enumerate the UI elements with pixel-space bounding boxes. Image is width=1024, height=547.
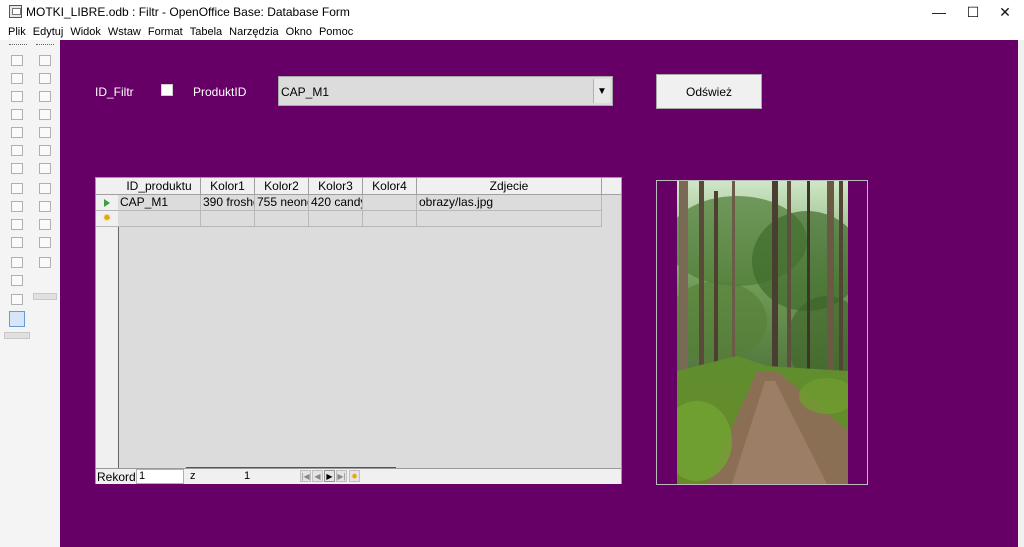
menu-pomoc[interactable]: Pomoc	[319, 26, 353, 38]
maximize-button[interactable]: ☐	[956, 0, 990, 24]
table-row-new[interactable]	[118, 211, 602, 227]
column-header-kolor1[interactable]: Kolor1	[201, 178, 255, 195]
refresh-button[interactable]: Odśwież	[656, 74, 762, 109]
id-filtr-label: ID_Filtr	[95, 85, 134, 99]
toolbar-scroll[interactable]	[33, 293, 57, 300]
toolbar-grip[interactable]	[36, 44, 54, 46]
design-mode-icon[interactable]	[11, 73, 23, 84]
cell-empty[interactable]	[309, 211, 363, 227]
navbar-divider	[186, 467, 396, 468]
new-record-icon: ✹	[102, 212, 112, 224]
cell-empty[interactable]	[255, 211, 309, 227]
cell-id-produktu[interactable]: CAP_M1	[118, 195, 201, 211]
record-label: Rekord	[97, 470, 136, 484]
menu-widok[interactable]: Widok	[70, 26, 101, 38]
next-record-icon[interactable]: ▶	[324, 470, 335, 482]
image-control-icon[interactable]	[11, 294, 23, 305]
numeric-field-icon[interactable]	[39, 91, 51, 102]
toolbar-scroll[interactable]	[4, 332, 30, 339]
menu-edytuj[interactable]: Edytuj	[33, 26, 64, 38]
form-controls-toolbar	[0, 40, 60, 547]
minimize-button[interactable]: —	[922, 0, 956, 24]
record-total: 1	[244, 470, 251, 482]
first-record-icon[interactable]: |◀	[300, 470, 311, 482]
id-filtr-checkbox[interactable]	[161, 84, 173, 96]
select-icon[interactable]	[11, 55, 23, 66]
combobox-value: CAP_M1	[281, 85, 330, 99]
menu-wstaw[interactable]: Wstaw	[108, 26, 141, 38]
menu-okno[interactable]: Okno	[286, 26, 312, 38]
currency-field-icon[interactable]	[39, 109, 51, 120]
cell-kolor2[interactable]: 755 neong	[255, 195, 309, 211]
formatted-field-icon[interactable]	[39, 183, 51, 194]
image-button-icon[interactable]	[39, 145, 51, 156]
option-button-icon[interactable]	[11, 201, 23, 212]
corner-cell	[96, 178, 118, 195]
last-record-icon[interactable]: ▶|	[336, 470, 347, 482]
record-number-input[interactable]: 1	[136, 469, 184, 484]
cell-empty[interactable]	[417, 211, 602, 227]
navigation-bar-icon[interactable]	[39, 237, 51, 248]
menu-narzedzia[interactable]: Narzędzia	[229, 26, 279, 38]
column-header-kolor4[interactable]: Kolor4	[363, 178, 417, 195]
scrollbar-control-icon[interactable]	[39, 201, 51, 212]
dropdown-arrow-icon[interactable]: ▼	[593, 79, 610, 103]
table-control[interactable]: ✹ ID_produktu Kolor1 Kolor2 Kolor3 Kolor…	[95, 177, 622, 484]
menu-tabela[interactable]: Tabela	[190, 26, 222, 38]
cell-kolor1[interactable]: 390 froshg	[201, 195, 255, 211]
form-properties-icon[interactable]	[11, 109, 23, 120]
wizard-icon[interactable]	[9, 311, 25, 327]
column-header-kolor3[interactable]: Kolor3	[309, 178, 363, 195]
close-button[interactable]: ✕	[988, 0, 1022, 24]
base-form-icon	[9, 5, 22, 18]
toolbar-grip[interactable]	[9, 44, 27, 46]
image-control[interactable]	[656, 180, 868, 485]
group-box-icon[interactable]	[11, 275, 23, 286]
menu-plik[interactable]: Plik	[8, 26, 26, 38]
file-selection-icon[interactable]	[39, 163, 51, 174]
control-properties-icon[interactable]	[11, 91, 23, 102]
column-header-kolor2[interactable]: Kolor2	[255, 178, 309, 195]
column-header-id-produktu[interactable]: ID_produktu	[118, 178, 201, 195]
cell-kolor3[interactable]: 420 candy	[309, 195, 363, 211]
previous-record-icon[interactable]: ◀	[312, 470, 323, 482]
column-header-filler	[602, 178, 622, 195]
current-row-marker[interactable]	[96, 195, 118, 211]
text-box-icon[interactable]	[11, 145, 23, 156]
cell-zdjecie[interactable]: obrazy/las.jpg	[417, 195, 602, 211]
record-navigation-bar: Rekord 1 z 1 |◀ ◀ ▶ ▶| ✹	[96, 467, 621, 484]
list-box-icon[interactable]	[11, 163, 23, 174]
grid-header-row: ID_produktu Kolor1 Kolor2 Kolor3 Kolor4 …	[118, 178, 622, 195]
push-button-icon[interactable]	[11, 183, 23, 194]
menu-format[interactable]: Format	[148, 26, 183, 38]
vertical-scrollbar[interactable]	[1018, 40, 1024, 547]
pattern-field-icon[interactable]	[39, 127, 51, 138]
produktid-label: ProduktID	[193, 85, 247, 99]
new-record-button-icon[interactable]: ✹	[349, 470, 360, 482]
table-control-icon[interactable]	[11, 237, 23, 248]
menu-bar: Plik Edytuj Widok Wstaw Format Tabela Na…	[0, 24, 1024, 40]
time-field-icon[interactable]	[39, 73, 51, 84]
record-of-label: z	[190, 470, 196, 482]
label-field-icon[interactable]	[11, 257, 23, 268]
table-row[interactable]: CAP_M1 390 froshg 755 neong 420 candy ob…	[118, 195, 602, 211]
new-row-marker[interactable]: ✹	[96, 211, 118, 227]
checkbox-control-icon[interactable]	[11, 127, 23, 138]
spin-button-icon[interactable]	[39, 219, 51, 230]
date-field-icon[interactable]	[39, 55, 51, 66]
forest-path-photo	[677, 181, 848, 484]
combo-box-icon[interactable]	[11, 219, 23, 230]
window-title: MOTKI_LIBRE.odb : Filtr - OpenOffice Bas…	[26, 5, 350, 19]
cell-empty[interactable]	[201, 211, 255, 227]
current-record-icon	[104, 198, 110, 207]
title-bar: MOTKI_LIBRE.odb : Filtr - OpenOffice Bas…	[0, 0, 1024, 24]
cell-kolor4[interactable]	[363, 195, 417, 211]
tab-order-icon[interactable]	[39, 257, 51, 268]
cell-empty[interactable]	[363, 211, 417, 227]
cell-empty[interactable]	[118, 211, 201, 227]
column-header-zdjecie[interactable]: Zdjecie	[417, 178, 602, 195]
produktid-combobox[interactable]: CAP_M1 ▼	[278, 76, 613, 106]
